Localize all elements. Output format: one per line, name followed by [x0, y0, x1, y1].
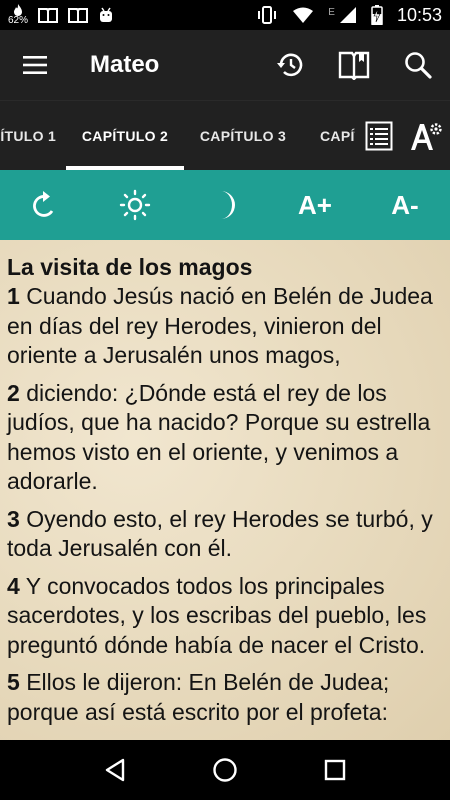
increase-font-button[interactable]: A+ — [270, 170, 360, 240]
search-icon — [405, 52, 432, 79]
refresh-button[interactable] — [0, 170, 90, 240]
status-bar: 62% E 10:53 — [0, 0, 450, 30]
battery-charging-icon — [371, 5, 383, 25]
history-button[interactable] — [258, 30, 322, 100]
history-icon — [277, 53, 303, 77]
tab-chapter-3[interactable]: CAPÍTULO 3 — [184, 101, 302, 171]
verse-text: diciendo: ¿Dónde está el rey de los judí… — [7, 379, 431, 495]
night-mode-button[interactable] — [180, 170, 270, 240]
signal-icon — [339, 6, 357, 24]
book-icon — [38, 7, 59, 23]
page-title: Mateo — [90, 51, 160, 78]
reading-toolbar: A+ A- — [0, 170, 450, 240]
system-nav-bar — [0, 740, 450, 800]
list-icon — [365, 121, 392, 150]
menu-button[interactable] — [0, 30, 70, 100]
clock: 10:53 — [396, 4, 442, 25]
flame-icon: 62% — [8, 4, 28, 26]
refresh-icon — [33, 191, 54, 217]
verse-number: 4 — [7, 572, 20, 599]
back-button[interactable] — [85, 740, 145, 800]
verse-number: 3 — [7, 505, 20, 532]
vibrate-icon — [256, 6, 278, 24]
android-icon — [98, 7, 114, 23]
search-button[interactable] — [386, 30, 450, 100]
verse-number: 2 — [7, 379, 20, 406]
chapter-tabs: CAPÍTULO 1 CAPÍTULO 2 CAPÍTULO 3 CAPÍTUL… — [0, 100, 450, 171]
app-bar: Mateo — [0, 30, 450, 100]
menu-icon — [23, 56, 47, 74]
verse-text: Y convocados todos los principales sacer… — [7, 572, 427, 658]
wifi-icon — [292, 7, 314, 23]
book-icon — [338, 51, 370, 80]
brightness-button[interactable] — [90, 170, 180, 240]
verse-text: Ellos le dijeron: En Belén de Judea; por… — [7, 669, 390, 725]
verse-number: 1 — [7, 283, 20, 309]
chapter-content[interactable]: La visita de los magos 1 Cuando Jesús na… — [0, 240, 450, 740]
verse: 3 Oyendo esto, el rey Herodes se turbó, … — [7, 505, 442, 564]
recents-button[interactable] — [305, 740, 365, 800]
verse: 4 Y convocados todos los principales sac… — [7, 572, 442, 661]
tab-chapter-4[interactable]: CAPÍTULO 4 — [302, 101, 355, 171]
tab-strip: CAPÍTULO 1 CAPÍTULO 2 CAPÍTULO 3 CAPÍTUL… — [0, 101, 355, 171]
battery-percent: 62% — [8, 15, 29, 26]
home-button[interactable] — [195, 740, 255, 800]
verse-text: Cuando Jesús nació en Belén de Judea en … — [7, 283, 433, 368]
network-type: E — [328, 6, 335, 18]
home-icon — [213, 758, 237, 782]
decrease-font-button[interactable]: A- — [360, 170, 450, 240]
chapter-list-button[interactable] — [355, 101, 402, 171]
verse-number: 5 — [7, 669, 20, 695]
verse: 2 diciendo: ¿Dónde está el rey de los ju… — [7, 379, 442, 497]
night-mode-icon — [221, 191, 235, 219]
recents-icon — [324, 759, 346, 781]
tab-chapter-1[interactable]: CAPÍTULO 1 — [0, 101, 66, 171]
back-icon — [105, 758, 125, 782]
books-button[interactable] — [322, 30, 386, 100]
tab-chapter-2[interactable]: CAPÍTULO 2 — [66, 101, 184, 171]
text-settings-button[interactable] — [402, 101, 449, 171]
verse-text: Oyendo esto, el rey Herodes se turbó, y … — [7, 505, 433, 562]
text-settings-icon — [410, 122, 442, 150]
section-title: La visita de los magos — [7, 254, 253, 280]
book-icon — [68, 7, 89, 23]
brightness-icon — [119, 189, 151, 221]
verse: 1 Cuando Jesús nació en Belén de Judea e… — [7, 282, 442, 371]
verse: 5 Ellos le dijeron: En Belén de Judea; p… — [7, 668, 442, 727]
